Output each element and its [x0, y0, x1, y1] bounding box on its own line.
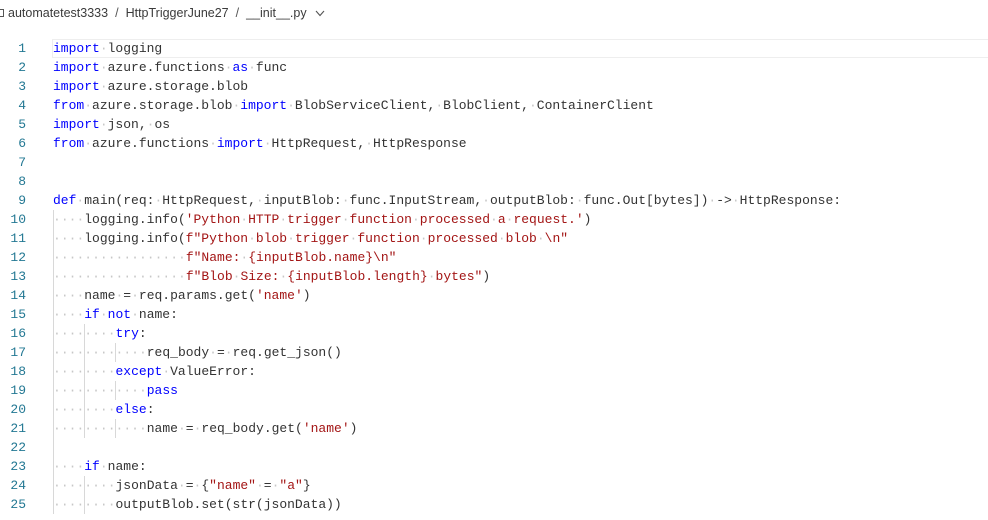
code-text: import·azure.storage.blob	[53, 79, 249, 94]
line-number: 15	[10, 307, 26, 322]
code-line[interactable]: 5 import·json,·os	[0, 115, 988, 134]
code-line[interactable]: 3 import·azure.storage.blob	[0, 77, 988, 96]
code-text: ············name·=·req_body.get('name')	[53, 421, 358, 436]
code-line[interactable]: 22	[0, 438, 988, 457]
breadcrumb: automatetest3333 / HttpTriggerJune27 / _…	[0, 0, 988, 26]
code-text: ········outputBlob.set(str(jsonData))	[53, 497, 342, 512]
code-text: ····logging.info('Python·HTTP·trigger·fu…	[53, 212, 592, 227]
line-number: 21	[10, 421, 26, 436]
code-text: import·json,·os	[53, 117, 171, 132]
code-text: from·azure.storage.blob·import·BlobServi…	[53, 98, 654, 113]
code-line[interactable]: 14 ····name·=·req.params.get('name')	[0, 286, 988, 305]
line-number: 16	[10, 326, 26, 341]
code-text: from·azure.functions·import·HttpRequest,…	[53, 136, 467, 151]
code-text: ········jsonData·=·{"name"·=·"a"}	[53, 478, 311, 493]
code-line[interactable]: 25 ········outputBlob.set(str(jsonData))	[0, 495, 988, 514]
line-number: 22	[10, 440, 26, 455]
code-line[interactable]: 6 from·azure.functions·import·HttpRequest…	[0, 134, 988, 153]
code-text: import·azure.functions·as·func	[53, 60, 288, 75]
line-number: 18	[10, 364, 26, 379]
breadcrumb-file[interactable]: __init__.py	[246, 6, 306, 20]
code-line[interactable]: 2 import·azure.functions·as·func	[0, 58, 988, 77]
indent-guide	[115, 381, 117, 400]
code-line[interactable]: 23 ····if·name:	[0, 457, 988, 476]
line-number: 3	[18, 79, 26, 94]
line-number: 10	[10, 212, 26, 227]
indent-guide	[115, 343, 117, 362]
chevron-down-icon[interactable]	[315, 10, 325, 17]
code-line[interactable]: 12 ·················f"Name:·{inputBlob.na…	[0, 248, 988, 267]
line-number: 9	[18, 193, 26, 208]
code-line[interactable]: 7	[0, 153, 988, 172]
indent-guide	[53, 210, 54, 514]
indent-guide	[84, 476, 86, 514]
code-line[interactable]: 18 ········except·ValueError:	[0, 362, 988, 381]
line-number: 23	[10, 459, 26, 474]
code-text: ····name·=·req.params.get('name')	[53, 288, 311, 303]
code-line[interactable]: 19 ············pass	[0, 381, 988, 400]
code-text: ········try:	[53, 326, 147, 341]
line-number: 4	[18, 98, 26, 113]
code-text: ·················f"Blob·Size:·{inputBlob…	[53, 269, 491, 284]
line-number: 8	[18, 174, 26, 189]
code-line[interactable]: 16 ········try:	[0, 324, 988, 343]
code-text: ············req_body·=·req.get_json()	[53, 345, 342, 360]
breadcrumb-folder[interactable]: automatetest3333	[8, 6, 108, 20]
breadcrumb-separator: /	[235, 6, 240, 20]
code-line[interactable]: 20 ········else:	[0, 400, 988, 419]
line-number: 13	[10, 269, 26, 284]
code-line[interactable]: 21 ············name·=·req_body.get('name'…	[0, 419, 988, 438]
line-number: 14	[10, 288, 26, 303]
line-number: 24	[10, 478, 26, 493]
code-text: def·main(req:·HttpRequest,·inputBlob:·fu…	[53, 193, 842, 208]
line-number: 17	[10, 345, 26, 360]
code-text: ····logging.info(f"Python·blob·trigger·f…	[53, 231, 569, 246]
code-text: ····if·name:	[53, 459, 147, 474]
breadcrumb-function[interactable]: HttpTriggerJune27	[126, 6, 229, 20]
line-number: 25	[10, 497, 26, 512]
code-line[interactable]: 4 from·azure.storage.blob·import·BlobServ…	[0, 96, 988, 115]
code-line[interactable]: 24 ········jsonData·=·{"name"·=·"a"}	[0, 476, 988, 495]
line-number: 6	[18, 136, 26, 151]
code-line[interactable]: 10 ····logging.info('Python·HTTP·trigger·…	[0, 210, 988, 229]
code-line[interactable]: 9 def·main(req:·HttpRequest,·inputBlob:·f…	[0, 191, 988, 210]
line-number: 1	[18, 41, 26, 56]
code-text: ·················f"Name:·{inputBlob.name…	[53, 250, 397, 265]
line-number: 19	[10, 383, 26, 398]
code-line[interactable]: 17 ············req_body·=·req.get_json()	[0, 343, 988, 362]
line-number: 11	[10, 231, 26, 246]
code-line[interactable]: 15 ····if·not·name:	[0, 305, 988, 324]
code-line[interactable]: 8	[0, 172, 988, 191]
code-text: ····if·not·name:	[53, 307, 178, 322]
code-text: ········else:	[53, 402, 155, 417]
file-icon	[0, 9, 4, 17]
code-line[interactable]: 11 ····logging.info(f"Python·blob·trigger…	[0, 229, 988, 248]
line-number: 20	[10, 402, 26, 417]
line-number: 12	[10, 250, 26, 265]
indent-guide	[84, 324, 86, 438]
code-editor[interactable]: 1 import·logging 2 import·azure.functions·a…	[0, 39, 988, 520]
line-number: 5	[18, 117, 26, 132]
code-line[interactable]: 1 import·logging	[0, 39, 988, 58]
code-text: import·logging	[51, 39, 988, 58]
breadcrumb-separator: /	[115, 6, 119, 20]
indent-guide	[115, 419, 117, 438]
code-line[interactable]: 13 ·················f"Blob·Size:·{inputBl…	[0, 267, 988, 286]
line-number: 2	[18, 60, 26, 75]
line-number: 7	[18, 155, 26, 170]
